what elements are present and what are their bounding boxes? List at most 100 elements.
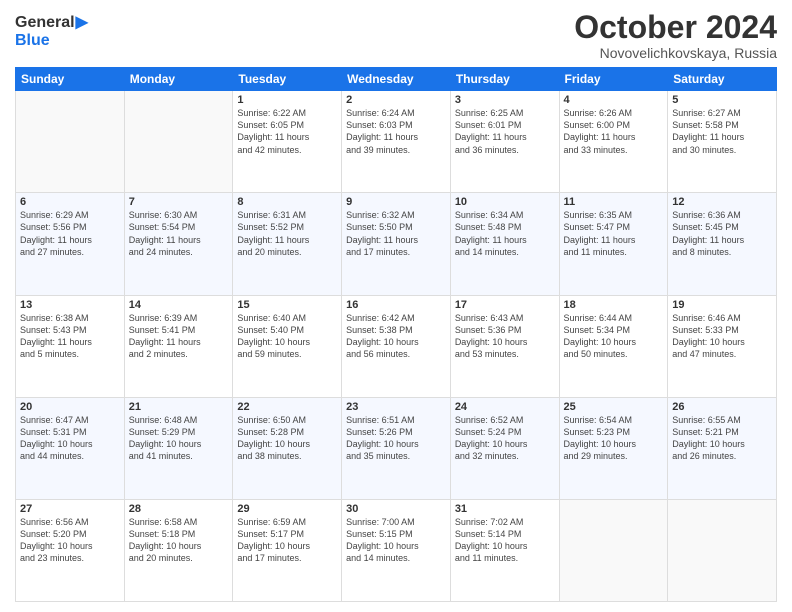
calendar-body: 1Sunrise: 6:22 AM Sunset: 6:05 PM Daylig…	[16, 91, 777, 602]
calendar-cell-w1-d1	[124, 91, 233, 193]
day-number: 20	[20, 401, 120, 413]
day-info: Sunrise: 7:02 AM Sunset: 5:14 PM Dayligh…	[455, 516, 555, 565]
calendar-cell-w3-d6: 19Sunrise: 6:46 AM Sunset: 5:33 PM Dayli…	[668, 295, 777, 397]
day-info: Sunrise: 6:31 AM Sunset: 5:52 PM Dayligh…	[237, 209, 337, 258]
day-info: Sunrise: 6:58 AM Sunset: 5:18 PM Dayligh…	[129, 516, 229, 565]
calendar-cell-w5-d5	[559, 499, 668, 601]
calendar-cell-w2-d0: 6Sunrise: 6:29 AM Sunset: 5:56 PM Daylig…	[16, 193, 125, 295]
day-number: 9	[346, 196, 446, 208]
day-number: 21	[129, 401, 229, 413]
calendar-cell-w1-d2: 1Sunrise: 6:22 AM Sunset: 6:05 PM Daylig…	[233, 91, 342, 193]
logo: General▶ Blue	[15, 14, 88, 49]
day-number: 6	[20, 196, 120, 208]
calendar-cell-w4-d6: 26Sunrise: 6:55 AM Sunset: 5:21 PM Dayli…	[668, 397, 777, 499]
calendar-week-1: 1Sunrise: 6:22 AM Sunset: 6:05 PM Daylig…	[16, 91, 777, 193]
calendar-cell-w3-d4: 17Sunrise: 6:43 AM Sunset: 5:36 PM Dayli…	[450, 295, 559, 397]
day-info: Sunrise: 6:46 AM Sunset: 5:33 PM Dayligh…	[672, 312, 772, 361]
calendar-week-2: 6Sunrise: 6:29 AM Sunset: 5:56 PM Daylig…	[16, 193, 777, 295]
calendar-table: Sunday Monday Tuesday Wednesday Thursday…	[15, 67, 777, 602]
day-info: Sunrise: 6:47 AM Sunset: 5:31 PM Dayligh…	[20, 414, 120, 463]
month-title: October 2024	[574, 10, 777, 45]
calendar-cell-w3-d0: 13Sunrise: 6:38 AM Sunset: 5:43 PM Dayli…	[16, 295, 125, 397]
calendar-header-row: Sunday Monday Tuesday Wednesday Thursday…	[16, 68, 777, 91]
day-number: 4	[564, 94, 664, 106]
calendar-cell-w2-d4: 10Sunrise: 6:34 AM Sunset: 5:48 PM Dayli…	[450, 193, 559, 295]
col-thursday: Thursday	[450, 68, 559, 91]
day-number: 5	[672, 94, 772, 106]
day-info: Sunrise: 6:40 AM Sunset: 5:40 PM Dayligh…	[237, 312, 337, 361]
day-number: 29	[237, 503, 337, 515]
day-number: 17	[455, 299, 555, 311]
day-info: Sunrise: 6:30 AM Sunset: 5:54 PM Dayligh…	[129, 209, 229, 258]
day-info: Sunrise: 6:29 AM Sunset: 5:56 PM Dayligh…	[20, 209, 120, 258]
day-info: Sunrise: 6:48 AM Sunset: 5:29 PM Dayligh…	[129, 414, 229, 463]
col-tuesday: Tuesday	[233, 68, 342, 91]
logo-flag-icon: ▶	[76, 14, 88, 31]
day-number: 19	[672, 299, 772, 311]
day-number: 10	[455, 196, 555, 208]
day-info: Sunrise: 6:54 AM Sunset: 5:23 PM Dayligh…	[564, 414, 664, 463]
calendar-cell-w1-d6: 5Sunrise: 6:27 AM Sunset: 5:58 PM Daylig…	[668, 91, 777, 193]
calendar-cell-w5-d6	[668, 499, 777, 601]
location: Novovelichkovskaya, Russia	[574, 45, 777, 61]
day-info: Sunrise: 6:26 AM Sunset: 6:00 PM Dayligh…	[564, 107, 664, 156]
col-sunday: Sunday	[16, 68, 125, 91]
day-number: 7	[129, 196, 229, 208]
day-info: Sunrise: 6:38 AM Sunset: 5:43 PM Dayligh…	[20, 312, 120, 361]
day-info: Sunrise: 6:24 AM Sunset: 6:03 PM Dayligh…	[346, 107, 446, 156]
calendar-cell-w4-d2: 22Sunrise: 6:50 AM Sunset: 5:28 PM Dayli…	[233, 397, 342, 499]
calendar-cell-w1-d4: 3Sunrise: 6:25 AM Sunset: 6:01 PM Daylig…	[450, 91, 559, 193]
calendar-cell-w5-d4: 31Sunrise: 7:02 AM Sunset: 5:14 PM Dayli…	[450, 499, 559, 601]
header: General▶ Blue October 2024 Novovelichkov…	[15, 10, 777, 61]
day-info: Sunrise: 6:56 AM Sunset: 5:20 PM Dayligh…	[20, 516, 120, 565]
title-area: October 2024 Novovelichkovskaya, Russia	[574, 10, 777, 61]
calendar-cell-w5-d3: 30Sunrise: 7:00 AM Sunset: 5:15 PM Dayli…	[342, 499, 451, 601]
col-saturday: Saturday	[668, 68, 777, 91]
day-number: 22	[237, 401, 337, 413]
day-info: Sunrise: 6:50 AM Sunset: 5:28 PM Dayligh…	[237, 414, 337, 463]
day-number: 16	[346, 299, 446, 311]
day-number: 23	[346, 401, 446, 413]
calendar-cell-w3-d3: 16Sunrise: 6:42 AM Sunset: 5:38 PM Dayli…	[342, 295, 451, 397]
day-info: Sunrise: 6:55 AM Sunset: 5:21 PM Dayligh…	[672, 414, 772, 463]
calendar-cell-w4-d4: 24Sunrise: 6:52 AM Sunset: 5:24 PM Dayli…	[450, 397, 559, 499]
calendar-cell-w4-d3: 23Sunrise: 6:51 AM Sunset: 5:26 PM Dayli…	[342, 397, 451, 499]
calendar-week-4: 20Sunrise: 6:47 AM Sunset: 5:31 PM Dayli…	[16, 397, 777, 499]
day-number: 28	[129, 503, 229, 515]
calendar-cell-w5-d1: 28Sunrise: 6:58 AM Sunset: 5:18 PM Dayli…	[124, 499, 233, 601]
day-number: 18	[564, 299, 664, 311]
page: General▶ Blue October 2024 Novovelichkov…	[0, 0, 792, 612]
calendar-cell-w4-d1: 21Sunrise: 6:48 AM Sunset: 5:29 PM Dayli…	[124, 397, 233, 499]
day-number: 26	[672, 401, 772, 413]
calendar-cell-w2-d5: 11Sunrise: 6:35 AM Sunset: 5:47 PM Dayli…	[559, 193, 668, 295]
day-info: Sunrise: 6:35 AM Sunset: 5:47 PM Dayligh…	[564, 209, 664, 258]
calendar-cell-w2-d6: 12Sunrise: 6:36 AM Sunset: 5:45 PM Dayli…	[668, 193, 777, 295]
day-info: Sunrise: 6:27 AM Sunset: 5:58 PM Dayligh…	[672, 107, 772, 156]
calendar-cell-w3-d2: 15Sunrise: 6:40 AM Sunset: 5:40 PM Dayli…	[233, 295, 342, 397]
day-number: 14	[129, 299, 229, 311]
calendar-cell-w4-d0: 20Sunrise: 6:47 AM Sunset: 5:31 PM Dayli…	[16, 397, 125, 499]
day-number: 25	[564, 401, 664, 413]
day-info: Sunrise: 6:32 AM Sunset: 5:50 PM Dayligh…	[346, 209, 446, 258]
col-friday: Friday	[559, 68, 668, 91]
calendar-cell-w1-d0	[16, 91, 125, 193]
calendar-cell-w1-d5: 4Sunrise: 6:26 AM Sunset: 6:00 PM Daylig…	[559, 91, 668, 193]
calendar-cell-w3-d5: 18Sunrise: 6:44 AM Sunset: 5:34 PM Dayli…	[559, 295, 668, 397]
calendar-cell-w4-d5: 25Sunrise: 6:54 AM Sunset: 5:23 PM Dayli…	[559, 397, 668, 499]
day-info: Sunrise: 6:34 AM Sunset: 5:48 PM Dayligh…	[455, 209, 555, 258]
day-info: Sunrise: 6:22 AM Sunset: 6:05 PM Dayligh…	[237, 107, 337, 156]
day-number: 24	[455, 401, 555, 413]
logo-svg: General▶ Blue	[15, 14, 88, 49]
day-info: Sunrise: 6:52 AM Sunset: 5:24 PM Dayligh…	[455, 414, 555, 463]
day-number: 13	[20, 299, 120, 311]
day-number: 30	[346, 503, 446, 515]
day-info: Sunrise: 6:25 AM Sunset: 6:01 PM Dayligh…	[455, 107, 555, 156]
day-info: Sunrise: 6:36 AM Sunset: 5:45 PM Dayligh…	[672, 209, 772, 258]
day-number: 1	[237, 94, 337, 106]
calendar-week-5: 27Sunrise: 6:56 AM Sunset: 5:20 PM Dayli…	[16, 499, 777, 601]
day-number: 3	[455, 94, 555, 106]
day-number: 2	[346, 94, 446, 106]
calendar-cell-w5-d0: 27Sunrise: 6:56 AM Sunset: 5:20 PM Dayli…	[16, 499, 125, 601]
calendar-cell-w3-d1: 14Sunrise: 6:39 AM Sunset: 5:41 PM Dayli…	[124, 295, 233, 397]
calendar-cell-w1-d3: 2Sunrise: 6:24 AM Sunset: 6:03 PM Daylig…	[342, 91, 451, 193]
